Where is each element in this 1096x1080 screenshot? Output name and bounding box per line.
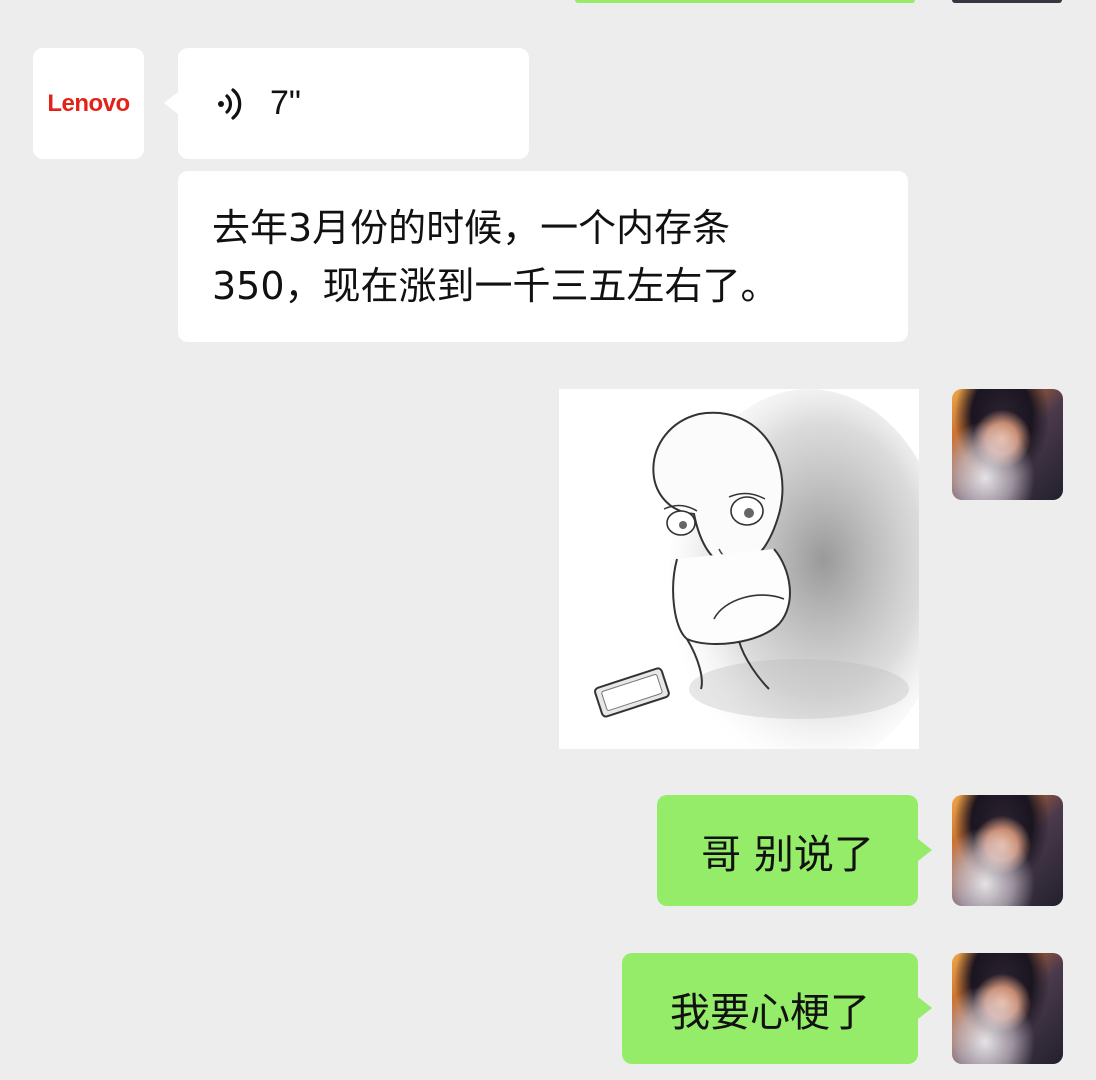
incoming-text-bubble[interactable]: 去年3月份的时候，一个内存条 350，现在涨到一千三五左右了。	[178, 171, 908, 342]
outgoing-text-bubble[interactable]: 我要心梗了	[622, 953, 932, 1064]
voice-wave-icon	[218, 87, 242, 120]
my-avatar[interactable]	[952, 389, 1063, 500]
previous-message-bubble-partial[interactable]	[575, 0, 915, 3]
contact-avatar[interactable]: Lenovo	[33, 48, 144, 159]
message-text: 我要心梗了	[670, 989, 870, 1036]
sad-sketch-figure	[594, 389, 919, 749]
sticker-image[interactable]	[559, 389, 919, 749]
message-line: 350，现在涨到一千三五左右了。	[212, 264, 779, 308]
message-text: 哥 别说了	[701, 831, 874, 878]
chat-window: Lenovo 7" 去年3月份的时候，一个内存条 350，现在涨到一千三五左右了…	[0, 0, 1096, 1080]
voice-message-bubble[interactable]: 7"	[164, 48, 529, 159]
message-line: 去年3月份的时候，一个内存条	[212, 206, 731, 250]
previous-avatar-partial[interactable]	[952, 0, 1062, 3]
my-avatar[interactable]	[952, 795, 1063, 906]
my-avatar[interactable]	[952, 953, 1063, 1064]
lenovo-logo: Lenovo	[47, 89, 130, 117]
voice-duration: 7"	[270, 84, 301, 122]
outgoing-text-bubble[interactable]: 哥 别说了	[657, 795, 932, 906]
